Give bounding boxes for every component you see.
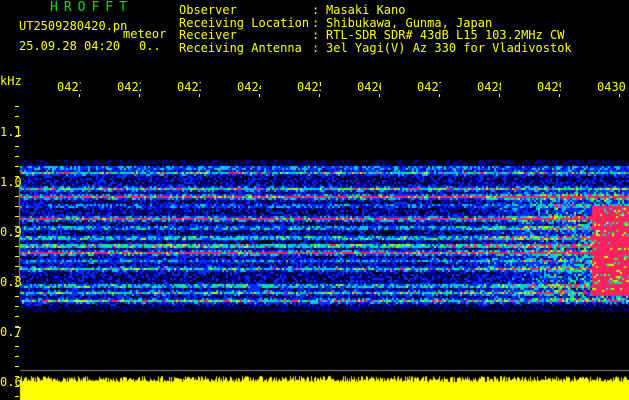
time-label: 0427 bbox=[417, 80, 441, 94]
y-tick bbox=[15, 156, 19, 157]
time-label: 0428 bbox=[477, 80, 501, 94]
time-tick bbox=[259, 94, 260, 97]
y-tick bbox=[15, 146, 19, 147]
time-label: 0423 bbox=[177, 80, 201, 94]
misc-value: 0.. bbox=[139, 39, 161, 53]
y-tick bbox=[15, 276, 19, 277]
y-tick bbox=[15, 396, 19, 397]
info-label: Receiving Antenna bbox=[179, 40, 302, 55]
time-tick bbox=[499, 94, 500, 97]
y-tick bbox=[15, 206, 19, 207]
info-separator: : bbox=[312, 3, 320, 17]
y-tick bbox=[15, 266, 19, 267]
y-tick bbox=[15, 286, 19, 287]
time-tick bbox=[79, 94, 80, 97]
spectrogram bbox=[0, 0, 629, 400]
y-tick bbox=[15, 346, 19, 347]
filename: UT2509280420.pn bbox=[19, 19, 128, 33]
time-label: 0429 bbox=[537, 80, 561, 94]
y-tick bbox=[15, 376, 19, 377]
time-tick bbox=[439, 94, 440, 97]
time-tick bbox=[139, 94, 140, 97]
time-label: 0426 bbox=[357, 80, 381, 94]
y-tick bbox=[15, 196, 19, 197]
y-tick bbox=[15, 326, 19, 327]
y-tick bbox=[15, 226, 19, 227]
time-tick bbox=[619, 94, 620, 97]
y-tick bbox=[15, 106, 19, 107]
info-label: Receiving Location bbox=[179, 15, 310, 30]
y-unit: kHz bbox=[0, 74, 22, 88]
y-tick bbox=[15, 356, 19, 357]
y-tick bbox=[15, 336, 19, 337]
y-tick bbox=[15, 246, 19, 247]
info-value: Shibukawa, Gunma, Japan bbox=[326, 15, 493, 30]
info-separator: : bbox=[312, 28, 320, 42]
app-title: HROFFT bbox=[50, 0, 133, 15]
info-separator: : bbox=[312, 15, 320, 30]
y-tick bbox=[15, 166, 19, 167]
y-tick bbox=[15, 296, 19, 297]
time-label: 0425 bbox=[297, 80, 321, 94]
datetime: 25.09.28 04:20 bbox=[19, 39, 121, 53]
y-tick bbox=[15, 216, 19, 217]
info-label: Receiver bbox=[179, 28, 237, 42]
y-tick bbox=[15, 176, 19, 177]
info-label: Observer bbox=[179, 3, 237, 17]
y-tick bbox=[15, 126, 19, 127]
info-value: RTL-SDR SDR# 43dB L15 103.2MHz CW bbox=[326, 28, 565, 42]
info-separator: : bbox=[312, 40, 320, 55]
time-tick bbox=[319, 94, 320, 97]
time-label: 0422 bbox=[117, 80, 141, 94]
time-tick bbox=[559, 94, 560, 97]
y-tick bbox=[15, 256, 19, 257]
y-tick bbox=[15, 116, 19, 117]
y-tick bbox=[15, 366, 19, 367]
time-tick bbox=[379, 94, 380, 97]
info-value: Masaki Kano bbox=[326, 3, 406, 17]
time-tick bbox=[199, 94, 200, 97]
y-tick bbox=[15, 186, 19, 187]
y-tick bbox=[15, 236, 19, 237]
time-label: 0430 bbox=[597, 80, 626, 94]
time-label: 0424 bbox=[237, 80, 261, 94]
y-tick bbox=[15, 316, 19, 317]
time-label: 0421 bbox=[57, 80, 81, 94]
info-value: 3el Yagi(V) Az 330 for Vladivostok bbox=[326, 40, 572, 55]
y-tick bbox=[15, 306, 19, 307]
y-tick bbox=[15, 386, 19, 387]
y-tick bbox=[15, 136, 19, 137]
